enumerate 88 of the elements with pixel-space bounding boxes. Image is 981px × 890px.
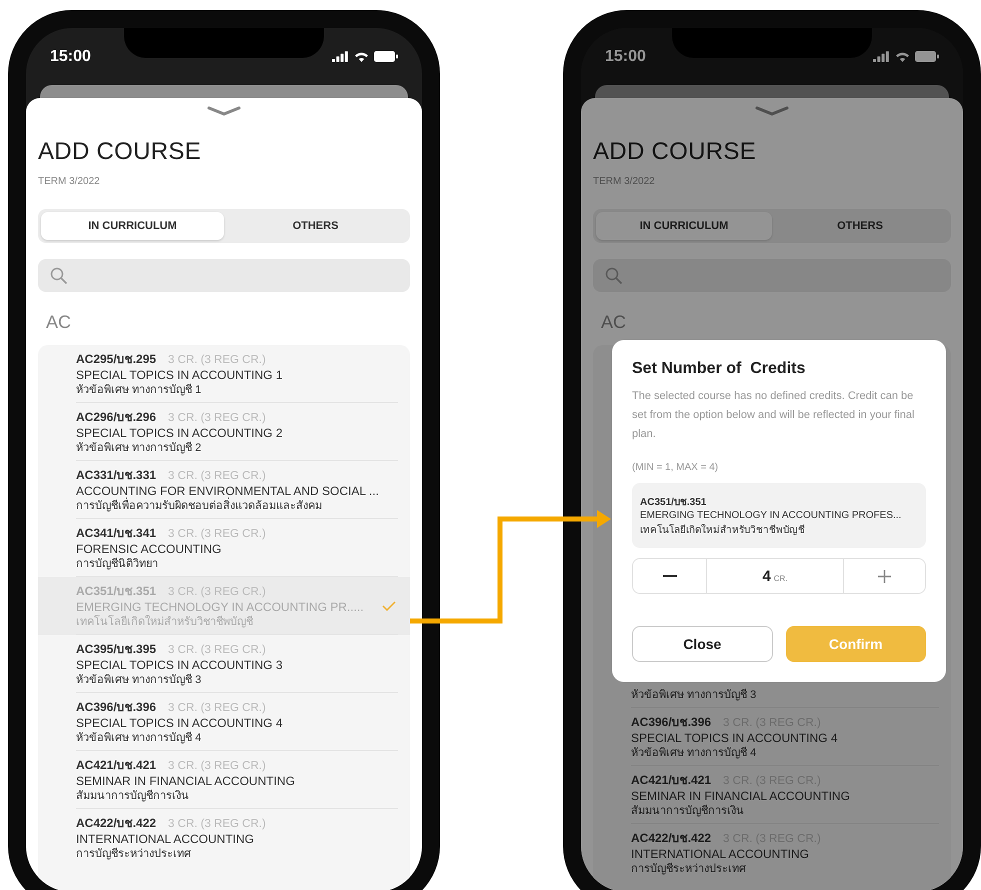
course-list-item[interactable]: AC295/บช.295 3 CR. (3 REG CR.) SPECIAL TOPICS IN ACCOUNTING 1 หัวข้อพิเศษ ทางการบัญชี 1: [38, 345, 410, 403]
tab[interactable]: IN CURRICULUM: [41, 212, 224, 240]
credit-value: 4: [762, 568, 771, 585]
course-thai-name: หัวข้อพิเศษ ทางการบัญชี 3: [76, 673, 202, 687]
course-code: AC396/บช.396: [76, 700, 156, 714]
status-time: 15:00: [605, 48, 646, 66]
course-credits: 3 CR. (3 REG CR.): [168, 527, 266, 541]
chevron-down-icon[interactable]: [755, 106, 789, 116]
course-code: AC422/บช.422: [631, 831, 712, 845]
course-code: AC422/บช.422: [76, 816, 156, 830]
course-name: ACCOUNTING FOR ENVIRONMENTAL AND SOCIAL ...: [76, 484, 379, 498]
course-list-item[interactable]: AC396/บช.396 3 CR. (3 REG CR.) SPECIAL TOPICS IN ACCOUNTING 4 หัวข้อพิเศษ ทางการบัญชี 4: [38, 693, 410, 751]
course-code: AC296/บช.296: [76, 410, 156, 424]
course-list-item[interactable]: AC331/บช.331 3 CR. (3 REG CR.) ACCOUNTING FOR ENVIRONMENTAL AND SOCIAL ... การบัญชีเพื่อความรับผิดชอบต่อสิ่งแวดล้อมและสังคม: [38, 461, 410, 519]
tab[interactable]: IN CURRICULUM: [596, 212, 772, 240]
course-code: AC351/บช.351: [640, 496, 708, 509]
search-icon: [50, 266, 68, 284]
dialog-title: Set Number of Credits: [632, 360, 806, 378]
course-code: AC341/บช.341: [76, 526, 156, 540]
course-name: INTERNATIONAL ACCOUNTING: [631, 847, 810, 861]
course-name: SPECIAL TOPICS IN ACCOUNTING 2: [76, 426, 282, 440]
course-name: SPECIAL TOPICS IN ACCOUNTING 1: [76, 368, 282, 382]
page-title: ADD COURSE: [38, 138, 202, 166]
course-name: FORENSIC ACCOUNTING: [76, 542, 222, 556]
chevron-down-icon[interactable]: [207, 106, 241, 116]
course-credits: 3 CR. (3 REG CR.): [168, 759, 266, 773]
course-credits: 3 CR. (3 REG CR.): [168, 353, 266, 367]
course-code: AC395/บช.395: [76, 642, 156, 656]
credit-limits: (MIN = 1, MAX = 4): [632, 462, 720, 473]
credit-unit: CR.: [774, 574, 788, 583]
course-credits: 3 CR. (3 REG CR.): [168, 411, 266, 425]
search-field[interactable]: [38, 259, 410, 292]
dialog-description: The selected course has no defined credits. Credit can be set from the option below and will be reflected in your final plan.: [632, 389, 916, 442]
check-icon: [382, 601, 396, 611]
course-thai-name: สัมมนาการบัญชีการเงิน: [76, 789, 189, 803]
course-credits: 3 CR. (3 REG CR.): [168, 469, 266, 483]
course-thai-name: หัวข้อพิเศษ ทางการบัญชี 2: [76, 441, 202, 455]
course-list-item[interactable]: AC422/บช.422 3 CR. (3 REG CR.) INTERNATIONAL ACCOUNTING การบัญชีระหว่างประเทศ: [38, 809, 410, 866]
course-thai-name: การบัญชีนิติวิทยา: [76, 557, 158, 571]
course-name: EMERGING TECHNOLOGY IN ACCOUNTING PR.....: [76, 600, 364, 614]
tab[interactable]: OTHERS: [772, 212, 948, 240]
section-label: AC: [46, 312, 72, 333]
course-thai-name: หัวข้อพิเศษ ทางการบัญชี 3: [631, 688, 756, 702]
course-list-item[interactable]: AC296/บช.296 3 CR. (3 REG CR.) SPECIAL TOPICS IN ACCOUNTING 2 หัวข้อพิเศษ ทางการบัญชี 2: [38, 403, 410, 461]
course-code: AC396/บช.396: [631, 715, 712, 729]
battery-icon: [374, 51, 398, 62]
course-code: AC331/บช.331: [76, 468, 156, 482]
signal-icon: [873, 51, 890, 62]
close-button[interactable]: Close: [632, 626, 772, 662]
course-name: INTERNATIONAL ACCOUNTING: [76, 832, 254, 846]
section-label: AC: [601, 312, 628, 333]
course-thai-name: การบัญชีระหว่างประเทศ: [631, 862, 746, 876]
course-code: AC351/บช.351: [76, 584, 156, 598]
course-code: AC295/บช.295: [76, 352, 156, 366]
status-time: 15:00: [50, 48, 91, 66]
battery-icon: [915, 51, 939, 62]
course-name: SEMINAR IN FINANCIAL ACCOUNTING: [76, 774, 295, 788]
course-code: AC421/บช.421: [631, 773, 712, 787]
signal-icon: [332, 51, 349, 62]
search-field[interactable]: [593, 259, 951, 292]
course-code: AC421/บช.421: [76, 758, 156, 772]
tab[interactable]: OTHERS: [224, 212, 407, 240]
term-label: TERM 3/2022: [38, 176, 101, 187]
course-name: EMERGING TECHNOLOGY IN ACCOUNTING PROFES...: [640, 510, 902, 521]
course-name: SPECIAL TOPICS IN ACCOUNTING 4: [631, 731, 838, 745]
course-list-item[interactable]: AC395/บช.395 3 CR. (3 REG CR.) SPECIAL TOPICS IN ACCOUNTING 3 หัวข้อพิเศษ ทางการบัญชี 3: [38, 635, 410, 693]
course-name: SPECIAL TOPICS IN ACCOUNTING 3: [76, 658, 282, 672]
plus-icon: [878, 570, 891, 582]
course-thai-name: การบัญชีเพื่อความรับผิดชอบต่อสิ่งแวดล้อมและสังคม: [76, 499, 322, 513]
course-thai-name: เทคโนโลยีเกิดใหม่สำหรับวิชาชีพบัญชี: [76, 615, 253, 629]
course-thai-name: หัวข้อพิเศษ ทางการบัญชี 1: [76, 383, 202, 397]
course-credits: 3 CR. (3 REG CR.): [168, 643, 266, 657]
course-thai-name: เทคโนโลยีเกิดใหม่สำหรับวิชาชีพบัญชี: [640, 523, 806, 537]
course-thai-name: หัวข้อพิเศษ ทางการบัญชี 4: [631, 746, 756, 760]
search-icon: [605, 266, 623, 284]
course-credits: 3 CR. (3 REG CR.): [168, 701, 266, 715]
course-name: SEMINAR IN FINANCIAL ACCOUNTING: [631, 789, 850, 803]
wifi-icon: [354, 51, 369, 62]
minus-icon: [662, 575, 676, 577]
course-thai-name: สัมมนาการบัญชีการเงิน: [631, 804, 744, 818]
course-list-item[interactable]: AC421/บช.421 3 CR. (3 REG CR.) SEMINAR IN FINANCIAL ACCOUNTING สัมมนาการบัญชีการเงิน: [38, 751, 410, 809]
wifi-icon: [895, 51, 910, 62]
course-thai-name: หัวข้อพิเศษ ทางการบัญชี 4: [76, 731, 202, 745]
term-label: TERM 3/2022: [593, 176, 656, 187]
course-credits: 3 CR. (3 REG CR.): [168, 817, 266, 831]
course-name: SPECIAL TOPICS IN ACCOUNTING 4: [76, 716, 282, 730]
page-title: ADD COURSE: [593, 138, 758, 166]
course-thai-name: การบัญชีระหว่างประเทศ: [76, 847, 191, 861]
